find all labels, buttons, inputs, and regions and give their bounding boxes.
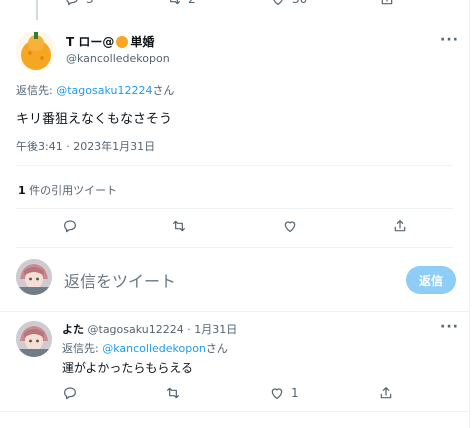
avatar[interactable] xyxy=(16,31,56,71)
reply-to-suffix: さん xyxy=(152,84,175,97)
more-options-icon[interactable]: ··· xyxy=(440,32,459,48)
like-action[interactable]: 1 xyxy=(269,385,299,401)
share-action[interactable] xyxy=(378,385,394,401)
reply-icon xyxy=(64,387,76,400)
reply-icon xyxy=(64,220,76,233)
divider xyxy=(16,165,453,166)
anime-avatar-image xyxy=(16,259,52,295)
like-action[interactable]: 30 xyxy=(270,0,307,7)
like-action[interactable] xyxy=(282,218,298,234)
reply-header: よた @tagosaku12224 · 1月31日 xyxy=(62,321,237,337)
heart-icon xyxy=(273,0,283,5)
divider xyxy=(16,247,453,248)
reply-to-handle-link[interactable]: @tagosaku12224 xyxy=(56,84,152,97)
retweet-action[interactable]: 2 xyxy=(166,0,196,7)
display-name[interactable]: T ロー@ 単婚 xyxy=(66,33,154,50)
like-count: 1 xyxy=(291,386,299,400)
reply-compose-input[interactable]: 返信をツイート xyxy=(64,268,176,292)
share-icon xyxy=(381,0,393,5)
handle[interactable]: @kancolledekopon xyxy=(66,52,170,65)
reply-to-line: 返信先: @tagosaku12224さん xyxy=(16,82,174,98)
previous-tweet-actions: 3 2 30 xyxy=(0,0,469,9)
reply-handle-date[interactable]: @tagosaku12224 · 1月31日 xyxy=(88,323,238,336)
share-icon xyxy=(394,220,406,232)
reply-tweet-actions: 1 xyxy=(0,385,469,403)
reply-button[interactable]: 返信 xyxy=(406,266,456,294)
retweet-action[interactable] xyxy=(171,218,187,234)
quote-count: 1 xyxy=(18,184,26,197)
display-name-text: T ロー@ xyxy=(66,35,115,49)
retweet-count: 2 xyxy=(188,0,196,6)
reply-more-options-icon[interactable]: ··· xyxy=(440,319,459,335)
reply-count: 3 xyxy=(86,0,94,6)
share-action[interactable] xyxy=(379,0,395,7)
reply-action[interactable] xyxy=(62,385,78,401)
reply-action[interactable] xyxy=(62,218,78,234)
share-action[interactable] xyxy=(392,218,408,234)
main-tweet-actions xyxy=(0,218,469,238)
heart-icon xyxy=(271,388,283,399)
retweet-icon xyxy=(170,0,180,5)
reply-avatar[interactable] xyxy=(16,321,52,357)
retweet-action[interactable] xyxy=(165,385,181,401)
reply-icon xyxy=(66,0,78,6)
orange-avatar-image xyxy=(16,31,56,71)
anime-avatar-image xyxy=(16,321,52,357)
divider xyxy=(0,411,469,412)
reply-to-line: 返信先: @kancolledekoponさん xyxy=(62,340,228,356)
like-count: 30 xyxy=(292,0,307,6)
my-avatar[interactable] xyxy=(16,259,52,295)
display-name-suffix: 単婚 xyxy=(130,35,155,49)
divider xyxy=(16,208,453,209)
reply-action[interactable]: 3 xyxy=(64,0,94,7)
quote-label: 件の引用ツイート xyxy=(25,184,118,197)
tweet-timestamp[interactable]: 午後3:41 · 2023年1月31日 xyxy=(16,138,155,154)
reply-text: 運がよかったらもらえる xyxy=(62,361,194,375)
reply-to-handle-link[interactable]: @kancolledekopon xyxy=(102,342,206,355)
retweet-icon xyxy=(167,387,179,399)
orange-emoji-icon xyxy=(116,35,129,48)
reply-to-prefix: 返信先: xyxy=(62,342,103,355)
reply-to-prefix: 返信先: xyxy=(16,84,57,97)
quote-tweets-link[interactable]: 1 件の引用ツイート xyxy=(18,182,117,198)
retweet-icon xyxy=(173,220,185,232)
tweet-text: キリ番狙えなくもなさそう xyxy=(16,112,173,127)
heart-icon xyxy=(284,221,296,232)
timeline-column: 3 2 30 T ロー@ 単婚 @kancolledekopon ··· xyxy=(0,0,470,428)
divider xyxy=(0,311,469,312)
reply-to-suffix: さん xyxy=(205,342,228,355)
reply-display-name[interactable]: よた xyxy=(62,323,84,336)
share-icon xyxy=(380,387,392,399)
